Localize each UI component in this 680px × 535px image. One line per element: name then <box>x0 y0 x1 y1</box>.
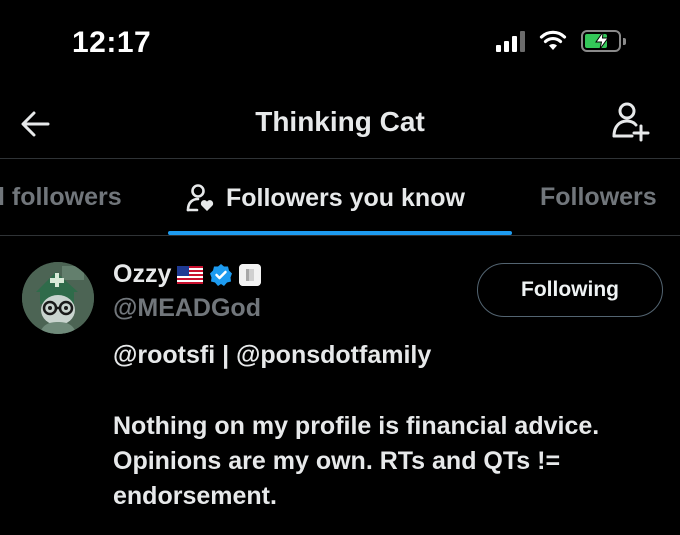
user-cell[interactable]: Ozzy @MEADGod Following @rootsfi | @pons… <box>0 236 680 535</box>
user-heart-icon <box>186 184 214 212</box>
status-bar: 12:17 <box>0 0 680 90</box>
bio-line: @rootsfi | @ponsdotfamily <box>113 341 432 369</box>
tab-followers[interactable]: Followers <box>540 183 657 212</box>
avatar[interactable] <box>22 262 94 334</box>
affiliate-badge-icon <box>239 263 262 286</box>
tab-bar: l followers Followers you know Followers <box>0 159 680 235</box>
tab-followers-you-know[interactable]: Followers you know <box>186 183 465 213</box>
battery-charging-icon <box>581 30 626 52</box>
user-bio: @rootsfi | @ponsdotfamily Nothing on my … <box>113 338 673 514</box>
user-handle: @MEADGod <box>113 294 261 322</box>
cellular-signal-icon <box>496 30 525 52</box>
status-icons <box>496 30 626 52</box>
wifi-icon <box>539 30 567 50</box>
tab-verified-followers[interactable]: l followers <box>0 183 122 212</box>
bio-line: endorsement. <box>113 482 277 510</box>
user-name[interactable]: Ozzy <box>113 260 171 289</box>
following-button[interactable]: Following <box>477 263 663 317</box>
verified-badge-icon <box>210 263 233 286</box>
nav-header: Thinking Cat <box>0 92 680 158</box>
status-time: 12:17 <box>72 26 152 59</box>
us-flag-icon <box>177 265 204 284</box>
avatar-image <box>22 262 94 334</box>
add-user-button[interactable] <box>610 100 652 142</box>
bio-line: Opinions are my own. RTs and QTs != <box>113 447 561 475</box>
bio-line: Nothing on my profile is financial advic… <box>113 412 600 440</box>
user-name-row: Ozzy <box>113 260 262 289</box>
add-user-icon <box>612 102 650 142</box>
page-title: Thinking Cat <box>255 106 425 137</box>
tab-label: Followers you know <box>226 183 465 212</box>
